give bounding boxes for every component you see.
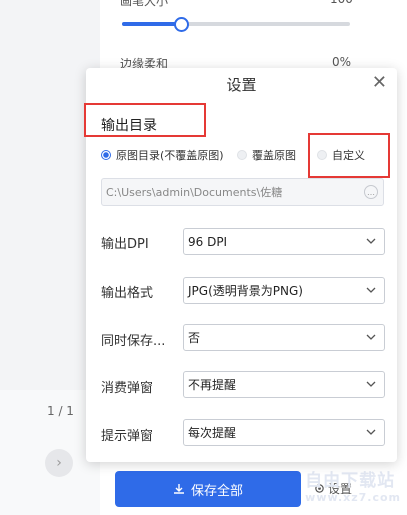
chevron-down-icon [366, 238, 376, 244]
close-button[interactable]: ✕ [372, 72, 387, 93]
dialog-title: 设置 [226, 76, 257, 94]
watermark-main: 自由下载站 [305, 471, 396, 491]
output-path-value: C:\Users\admin\Documents\佐糖 [106, 186, 283, 199]
highlight-custom-option [308, 133, 390, 178]
radio-indicator[interactable] [101, 150, 111, 160]
consume-popup-select[interactable]: 不再提醒 [183, 371, 385, 398]
consume-popup-label: 消费弹窗 [101, 381, 154, 396]
radio-original-dir[interactable]: 原图目录(不覆盖原图) [101, 147, 224, 163]
format-label: 输出格式 [101, 286, 154, 301]
dpi-value: 96 DPI [188, 234, 228, 249]
highlight-output-dir [84, 103, 206, 137]
radio-label: 原图目录(不覆盖原图) [116, 149, 224, 162]
next-page-button[interactable]: › [45, 449, 73, 477]
slider-fill [122, 22, 182, 26]
close-icon: ✕ [371, 72, 387, 93]
tip-popup-select[interactable]: 每次提醒 [183, 419, 385, 446]
brush-size-slider[interactable] [122, 17, 350, 32]
watermark-url: www.xz7.com [305, 491, 401, 504]
chevron-down-icon [366, 334, 376, 340]
dpi-label: 输出DPI [101, 237, 149, 252]
page-indicator: 1 / 1 [47, 404, 74, 418]
save-also-select[interactable]: 否 [183, 324, 385, 351]
more-icon[interactable]: … [364, 185, 378, 199]
radio-indicator[interactable] [237, 150, 247, 160]
tip-popup-value: 每次提醒 [188, 426, 237, 440]
brush-size-value: 100 [330, 0, 353, 6]
brush-size-label: 画笔大小 [120, 0, 169, 8]
chevron-down-icon [366, 381, 376, 387]
output-path-field[interactable]: C:\Users\admin\Documents\佐糖 … [101, 178, 384, 206]
save-also-label: 同时保存... [101, 334, 166, 349]
download-icon [173, 484, 184, 494]
tip-popup-label: 提示弹窗 [101, 429, 154, 444]
chevron-down-icon [366, 287, 376, 293]
edge-soft-value: 0% [332, 55, 352, 69]
save-all-button[interactable]: 保存全部 [115, 471, 301, 507]
chevron-down-icon [366, 429, 376, 435]
watermark-logo: 自由下载站 www.xz7.com [305, 466, 401, 504]
dpi-select[interactable]: 96 DPI [183, 228, 385, 255]
radio-overwrite[interactable]: 覆盖原图 [237, 147, 296, 163]
format-select[interactable]: JPG(透明背景为PNG) [183, 277, 385, 304]
chevron-right-icon: › [56, 455, 62, 471]
save-also-value: 否 [188, 331, 201, 345]
save-all-label: 保存全部 [190, 483, 243, 499]
consume-popup-value: 不再提醒 [188, 378, 237, 392]
radio-label: 覆盖原图 [252, 149, 296, 162]
format-value: JPG(透明背景为PNG) [188, 284, 303, 298]
